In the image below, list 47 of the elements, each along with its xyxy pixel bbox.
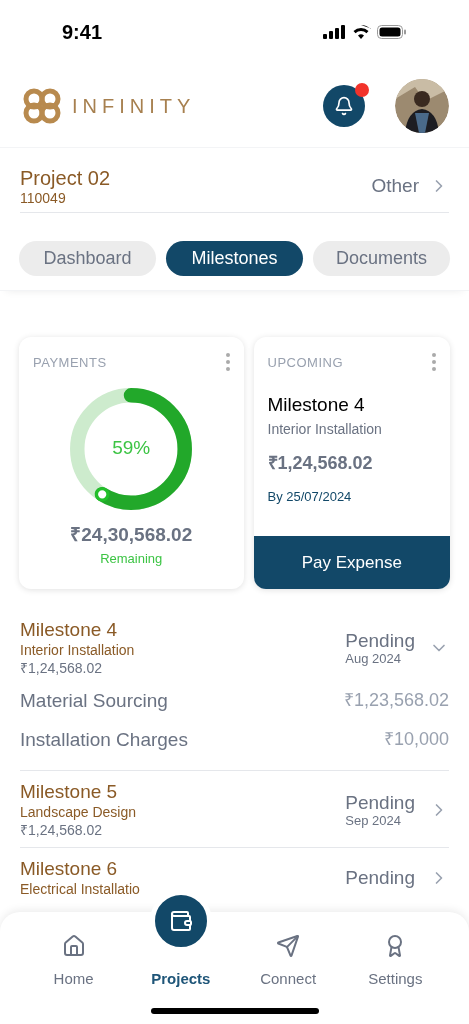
card-title: PAYMENTS	[33, 354, 107, 372]
nav-tab[interactable]: Connect	[243, 926, 334, 990]
nav-tab[interactable]: Home	[28, 926, 119, 990]
milestone-status: Pending	[345, 792, 415, 814]
more-icon[interactable]	[225, 353, 230, 371]
tab[interactable]: Documents	[313, 241, 450, 276]
milestone-subtitle: Electrical Installatio	[20, 880, 140, 898]
milestone-amount: ₹1,24,568.02	[20, 821, 103, 839]
wifi-icon	[351, 25, 371, 39]
home-icon	[61, 933, 86, 958]
cost-amount: ₹1,23,568.02	[343, 689, 449, 712]
milestone-status: Pending	[345, 867, 415, 889]
milestone-amount: ₹1,24,568.02	[267, 452, 374, 475]
milestone-date: Aug 2024	[345, 652, 402, 666]
cost-label: Installation Charges	[20, 727, 188, 752]
wallet-icon	[168, 909, 193, 933]
tab[interactable]: Dashboard	[19, 241, 156, 276]
project-code: 110049	[20, 190, 67, 206]
bell-icon	[334, 95, 354, 116]
percent-value: 59%	[112, 436, 151, 461]
due-date: By 25/07/2024	[267, 488, 353, 506]
status-time: 9:41	[62, 20, 103, 45]
milestone-amount: ₹1,24,568.02	[20, 659, 103, 677]
milestone-status: Pending	[345, 630, 415, 652]
battery-icon	[377, 25, 407, 39]
milestone-date: Sep 2024	[345, 814, 402, 828]
remaining-amount: ₹24,30,568.02	[70, 522, 193, 547]
tab[interactable]: Milestones	[166, 241, 303, 276]
remaining-label: Remaining	[100, 550, 163, 568]
project-switcher[interactable]: Other	[371, 171, 449, 201]
cost-amount: ₹10,000	[383, 727, 449, 751]
milestone-title[interactable]: Milestone 6	[20, 858, 140, 880]
send-icon	[276, 933, 301, 958]
more-icon[interactable]	[432, 353, 436, 371]
nav-tab[interactable]: Settings	[350, 926, 441, 990]
pay-expense-button[interactable]: Pay Expense	[253, 536, 450, 589]
project-name: Project 02	[20, 166, 111, 190]
milestone-subtitle: Interior Installation	[267, 420, 383, 439]
cost-label: Material Sourcing	[20, 689, 168, 713]
milestone-title: Milestone 4	[267, 392, 366, 417]
milestone-subtitle: Interior Installation	[20, 641, 135, 659]
milestone-title[interactable]: Milestone 4	[20, 619, 135, 641]
milestone-subtitle: Landscape Design	[20, 803, 136, 821]
brand-name: INFINITY	[72, 93, 196, 119]
card-title: UPCOMING	[267, 354, 343, 372]
milestone-title[interactable]: Milestone 5	[20, 781, 136, 803]
signal-icon	[323, 25, 345, 39]
